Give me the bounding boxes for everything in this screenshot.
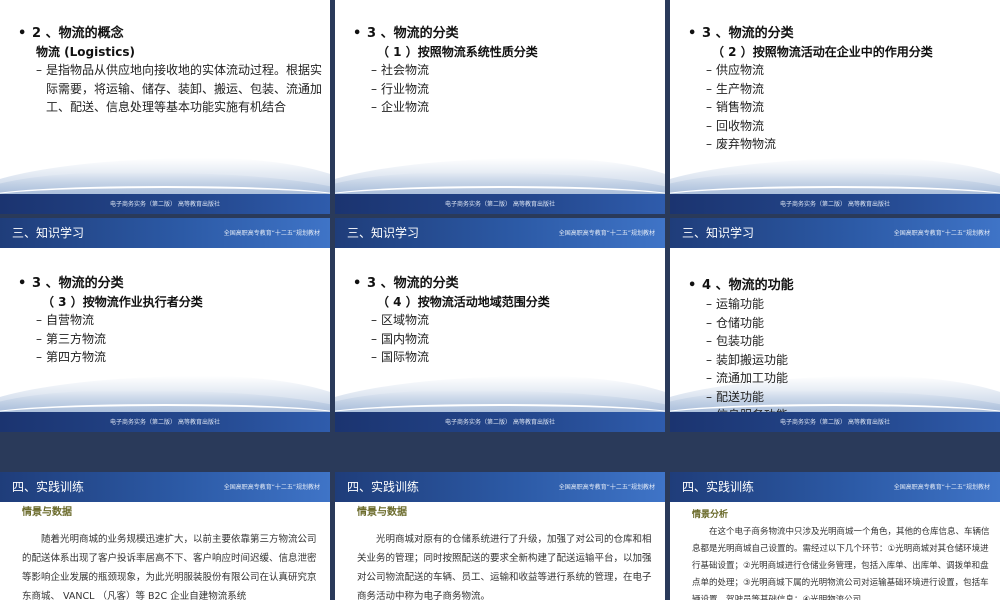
list-item: – 回收物流 [706,118,765,133]
slide-logistics-classification-3[interactable]: 三、知识学习 全国高职高专教育“十二五”规划教材 • 3 、物流的分类 （ 3 ）… [0,218,330,432]
section-title: 四、实践训练 [682,480,755,494]
slide-footer: 电子商务实务（第二版） 高等教育出版社 [670,194,1000,214]
list-item: – 销售物流 [706,100,765,114]
slide-practice-scenario-2[interactable]: 四、实践训练 全国高职高专教育“十二五”规划教材 情景与数据 光明商城对原有的仓… [335,472,665,600]
slide-subheading: 物流 (Logistics) [36,45,135,59]
slide-logistics-functions[interactable]: 三、知识学习 全国高职高专教育“十二五”规划教材 • 4 、物流的功能 – 运输功能… [670,218,1000,432]
list-item: – 企业物流 [371,100,430,114]
list-item: – 国际物流 [371,350,430,364]
series-label: 全国高职高专教育“十二五”规划教材 [223,484,320,491]
list-item: – 包装功能 [706,334,765,348]
series-label: 全国高职高专教育“十二五”规划教材 [558,484,655,491]
series-label: 全国高职高专教育“十二五”规划教材 [223,230,320,237]
list-item: – 流通加工功能 [706,371,789,385]
slide-practice-analysis[interactable]: 四、实践训练 全国高职高专教育“十二五”规划教材 情景分析 在这个电子商务物流中… [670,472,1000,600]
section-title-bar: 三、知识学习 全国高职高专教育“十二五”规划教材 [670,218,1000,248]
section-title: 四、实践训练 [347,480,420,494]
list-item: – 自营物流 [36,313,95,327]
slide-footer: 电子商务实务（第二版） 高等教育出版社 [670,412,1000,432]
slide-subheading: （ 4 ）按物流活动地域范围分类 [377,295,550,309]
list-item: – 配送功能 [706,389,765,404]
slide-logistics-concept[interactable]: • 2 、物流的概念 物流 (Logistics) – 是指物品从供应地向接收地的实… [0,0,330,214]
slide-footer: 电子商务实务（第二版） 高等教育出版社 [335,412,665,432]
list-item: – 行业物流 [371,81,430,96]
list-item: – 是指物品从供应地向接收地的实体流动过程。根据实际需要，将运输、储存、装卸、搬运… [36,63,323,114]
series-label: 全国高职高专教育“十二五”规划教材 [893,484,990,491]
slide-logistics-classification-4[interactable]: 三、知识学习 全国高职高专教育“十二五”规划教材 • 3 、物流的分类 （ 4 ）… [335,218,665,432]
list-item: – 供应物流 [706,63,765,77]
scenario-heading: 情景与数据 [357,507,407,518]
series-label: 全国高职高专教育“十二五”规划教材 [893,230,990,237]
section-title: 三、知识学习 [682,226,755,240]
list-item: – 运输功能 [706,297,765,311]
slide-heading: • 2 、物流的概念 [18,26,124,41]
list-item: – 第四方物流 [36,350,107,364]
slide-heading: • 3 、物流的分类 [353,276,459,291]
scenario-paragraph: 在这个电子商务物流中只涉及光明商城一个角色，其他的仓库信息、车辆信息都是光明商城… [692,527,990,600]
section-title-bar: 四、实践训练 全国高职高专教育“十二五”规划教材 [670,472,1000,502]
slide-subheading: （ 2 ）按照物流活动在企业中的作用分类 [712,45,933,59]
list-item: – 区域物流 [371,313,430,327]
slide-heading: • 3 、物流的分类 [688,26,794,41]
section-title-bar: 三、知识学习 全国高职高专教育“十二五”规划教材 [335,218,665,248]
scenario-paragraph: 随着光明商城的业务规模迅速扩大，以前主要依靠第三方物流公司的配送体系出现了客户投… [22,534,317,600]
section-title-bar: 三、知识学习 全国高职高专教育“十二五”规划教材 [0,218,330,248]
slide-logistics-classification-2[interactable]: • 3 、物流的分类 （ 2 ）按照物流活动在企业中的作用分类 – 供应物流 – 生产… [670,0,1000,214]
slide-subheading: （ 3 ）按物流作业执行者分类 [42,295,203,309]
slide-heading: • 4 、物流的功能 [688,278,794,293]
section-title: 三、知识学习 [347,226,420,240]
slide-footer: 电子商务实务（第二版） 高等教育出版社 [0,412,330,432]
slide-heading: • 3 、物流的分类 [18,276,124,291]
series-label: 全国高职高专教育“十二五”规划教材 [558,230,655,237]
list-item: – 生产物流 [706,81,765,96]
slide-logistics-classification-1[interactable]: • 3 、物流的分类 （ 1 ）按照物流系统性质分类 – 社会物流 – 行业物流 – 企… [335,0,665,214]
slide-footer: 电子商务实务（第二版） 高等教育出版社 [0,194,330,214]
slide-subheading: （ 1 ）按照物流系统性质分类 [377,45,538,59]
section-title-bar: 四、实践训练 全国高职高专教育“十二五”规划教材 [335,472,665,502]
scenario-heading: 情景分析 [692,510,729,520]
slide-heading: • 3 、物流的分类 [353,26,459,41]
list-item: – 第三方物流 [36,331,107,346]
list-item: – 社会物流 [371,63,430,77]
list-item: – 装卸搬运功能 [706,352,789,367]
section-title: 三、知识学习 [12,226,85,240]
slide-practice-scenario-1[interactable]: 四、实践训练 全国高职高专教育“十二五”规划教材 情景与数据 随着光明商城的业务… [0,472,330,600]
section-title: 四、实践训练 [12,480,85,494]
section-title-bar: 四、实践训练 全国高职高专教育“十二五”规划教材 [0,472,330,502]
list-item: – 废弃物物流 [706,137,777,151]
scenario-paragraph: 光明商城对原有的仓储系统进行了升级，加强了对公司的仓库和相关业务的管理；同时按照… [357,534,652,600]
scenario-heading: 情景与数据 [22,507,72,518]
list-item: – 仓储功能 [706,315,765,330]
slide-footer: 电子商务实务（第二版） 高等教育出版社 [335,194,665,214]
list-item: – 国内物流 [371,331,430,346]
